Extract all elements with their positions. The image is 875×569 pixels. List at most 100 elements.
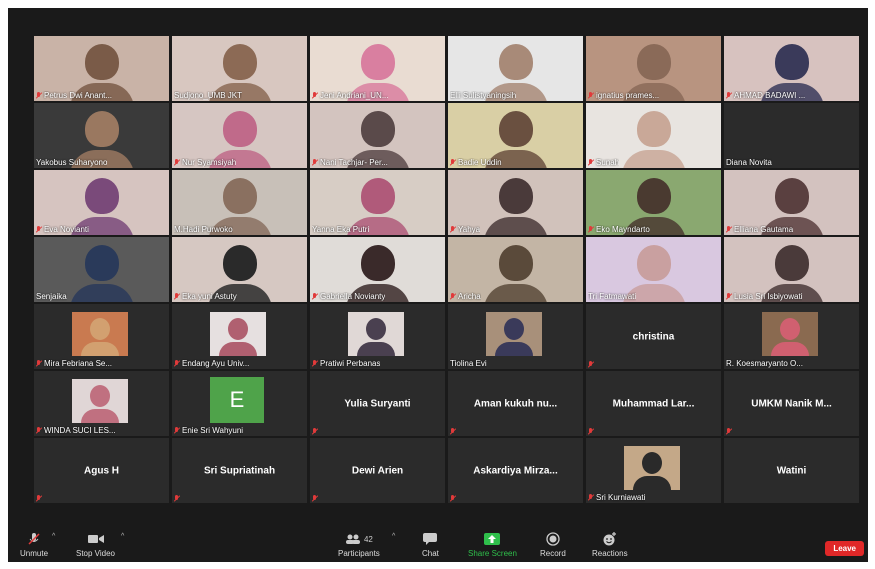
- participant-tile[interactable]: WINDA SUCI LES...: [34, 371, 169, 436]
- participant-tile[interactable]: M.Hadi Purwoko: [172, 170, 307, 235]
- audio-options-chevron-icon[interactable]: ^: [52, 533, 55, 540]
- participant-tile[interactable]: Nur Syamsiyah: [172, 103, 307, 168]
- participant-silhouette: [360, 245, 395, 281]
- muted-mic-icon: [312, 428, 318, 435]
- participant-tile[interactable]: AHMAD BADAWI ...: [724, 36, 859, 101]
- participant-video: [762, 312, 818, 356]
- muted-mic-icon: [312, 159, 318, 166]
- participant-name-label: Pratiwi Perbanas: [312, 359, 380, 368]
- participants-options-chevron-icon[interactable]: ^: [392, 533, 395, 540]
- participant-shoulders: [495, 342, 533, 356]
- zoom-meeting-window: Petrus Dwi Anant... Sudjono_UMB JKT Jeni A…: [8, 8, 868, 562]
- participant-tile[interactable]: Lusia Sri Isbiyowati: [724, 237, 859, 302]
- participant-name-label: R. Koesmaryanto O...: [726, 359, 803, 368]
- participant-name: Enie Sri Wahyuni: [182, 426, 244, 435]
- participant-tile[interactable]: R. Koesmaryanto O...: [724, 304, 859, 369]
- participant-tile[interactable]: Watini: [724, 438, 859, 503]
- participant-shoulders: [483, 217, 548, 235]
- muted-mic-icon: [174, 495, 180, 502]
- muted-mic-icon: [174, 293, 180, 300]
- share-screen-button[interactable]: Share Screen: [468, 532, 517, 558]
- leave-button[interactable]: Leave: [825, 541, 864, 556]
- participant-shoulders: [219, 342, 257, 356]
- participant-video: [72, 379, 128, 423]
- muted-mic-icon: [450, 293, 456, 300]
- participant-tile[interactable]: Eva Novianti: [34, 170, 169, 235]
- muted-mic-icon: [312, 92, 318, 99]
- muted-mic-icon: [36, 495, 42, 502]
- participant-name-label: Eko Mayndarto: [588, 225, 650, 234]
- muted-mic-icon: [36, 226, 42, 233]
- chat-button[interactable]: Chat: [422, 532, 439, 558]
- participant-tile[interactable]: Gabriella Novianty: [310, 237, 445, 302]
- participant-name-label: ignatius prames...: [588, 91, 659, 100]
- participant-tile[interactable]: Diana Novita: [724, 103, 859, 168]
- muted-mic-icon: [174, 159, 180, 166]
- reactions-button[interactable]: Reactions: [592, 532, 628, 558]
- participant-name: Muhammad Lar...: [612, 398, 695, 409]
- participant-silhouette: [90, 385, 110, 407]
- stop-video-button[interactable]: Stop Video: [76, 532, 115, 558]
- participants-icon: [345, 534, 360, 544]
- participant-name-label: Gabriella Novianty: [312, 292, 385, 301]
- participant-tile[interactable]: Askardiya Mirza...: [448, 438, 583, 503]
- muted-mic-icon: [726, 92, 732, 99]
- participant-tile[interactable]: Elliana Gautama: [724, 170, 859, 235]
- muted-mic-icon: [588, 428, 594, 435]
- participant-tile[interactable]: Senjaika: [34, 237, 169, 302]
- muted-mic-icon: [726, 428, 732, 435]
- participant-tile[interactable]: Yakobus Suharyono: [34, 103, 169, 168]
- participants-button[interactable]: 42 Participants: [338, 532, 380, 558]
- participant-tile[interactable]: Muhammad Lar...: [586, 371, 721, 436]
- participant-tile[interactable]: E Enie Sri Wahyuni: [172, 371, 307, 436]
- participant-tile[interactable]: Sunah: [586, 103, 721, 168]
- muted-mic-icon: [726, 226, 732, 233]
- participant-name-label: Eka yuni Astuty: [174, 292, 237, 301]
- participant-tile[interactable]: Aman kukuh nu...: [448, 371, 583, 436]
- record-button[interactable]: Record: [540, 532, 566, 558]
- participant-tile[interactable]: Nani Tachjar- Per...: [310, 103, 445, 168]
- participant-silhouette: [774, 44, 809, 80]
- video-options-chevron-icon[interactable]: ^: [121, 533, 124, 540]
- participant-tile[interactable]: Sri Kurniawati: [586, 438, 721, 503]
- participant-shoulders: [621, 150, 686, 168]
- participant-name-label: Yahya: [450, 225, 480, 234]
- participant-tile[interactable]: Agus H: [34, 438, 169, 503]
- participant-tile[interactable]: Mira Febriana Se...: [34, 304, 169, 369]
- participant-name: Aman kukuh nu...: [473, 398, 558, 409]
- participant-tile[interactable]: Eka yuni Astuty: [172, 237, 307, 302]
- participant-tile[interactable]: ignatius prames...: [586, 36, 721, 101]
- participant-tile[interactable]: Badie Uddin: [448, 103, 583, 168]
- record-icon: [546, 532, 560, 546]
- share-screen-label: Share Screen: [468, 549, 517, 558]
- participant-name-label: Senjaika: [36, 292, 67, 301]
- participant-tile[interactable]: Dewi Arien: [310, 438, 445, 503]
- participant-name: Eko Mayndarto: [596, 225, 650, 234]
- participant-name: Sri Supriatinah: [203, 465, 276, 476]
- muted-mic-icon: [588, 226, 594, 233]
- participant-name-label: Jeni Andriani_UN...: [312, 91, 388, 100]
- participant-name: Senjaika: [36, 292, 67, 301]
- participant-video: [624, 446, 680, 490]
- participant-tile[interactable]: Aricha: [448, 237, 583, 302]
- participant-name-label: Tri Fatmawati: [588, 292, 636, 301]
- participant-tile[interactable]: Jeni Andriani_UN...: [310, 36, 445, 101]
- participant-tile[interactable]: Yanna Eka Putri: [310, 170, 445, 235]
- unmute-button[interactable]: Unmute: [20, 532, 48, 558]
- participant-tile[interactable]: Eko Mayndarto: [586, 170, 721, 235]
- participant-tile[interactable]: christina: [586, 304, 721, 369]
- participant-tile[interactable]: Pratiwi Perbanas: [310, 304, 445, 369]
- participant-silhouette: [636, 44, 671, 80]
- participant-tile[interactable]: UMKM Nanik M...: [724, 371, 859, 436]
- participant-silhouette: [360, 178, 395, 214]
- participant-tile[interactable]: Sudjono_UMB JKT: [172, 36, 307, 101]
- participant-tile[interactable]: Tiolina Evi: [448, 304, 583, 369]
- participant-tile[interactable]: Sri Supriatinah: [172, 438, 307, 503]
- participant-tile[interactable]: Endang Ayu Univ...: [172, 304, 307, 369]
- participant-tile[interactable]: Yulia Suryanti: [310, 371, 445, 436]
- participant-tile[interactable]: Tri Fatmawati: [586, 237, 721, 302]
- participant-tile[interactable]: Elli Sulistyaningsih: [448, 36, 583, 101]
- participant-shoulders: [633, 476, 671, 490]
- participant-tile[interactable]: Petrus Dwi Anant...: [34, 36, 169, 101]
- participant-tile[interactable]: Yahya: [448, 170, 583, 235]
